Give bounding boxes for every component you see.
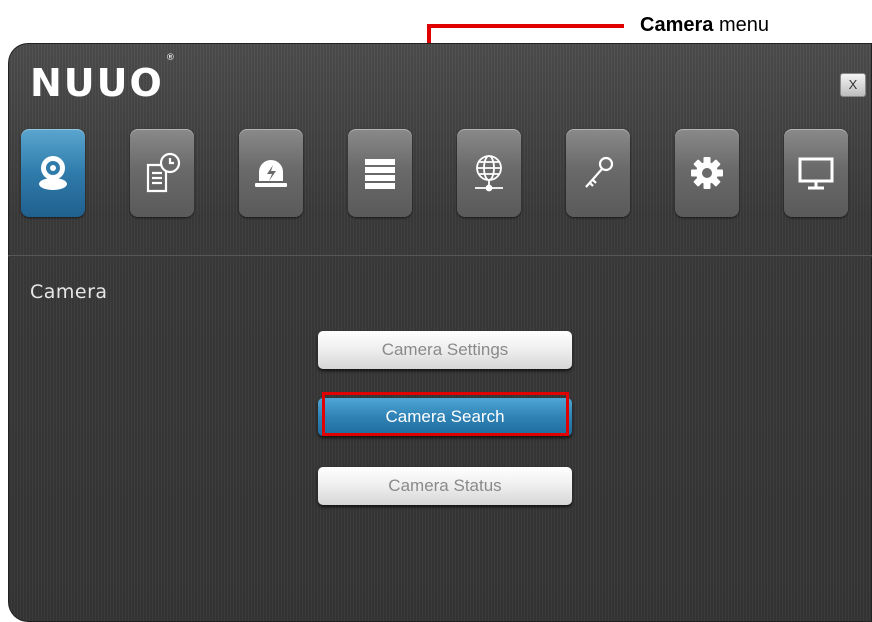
toolbar-network-button[interactable] xyxy=(457,129,521,217)
toolbar-event-button[interactable] xyxy=(239,129,303,217)
toolbar-storage-button[interactable] xyxy=(348,129,412,217)
toolbar-camera-button[interactable] xyxy=(21,129,85,217)
storage-icon xyxy=(365,159,395,189)
close-button[interactable]: X xyxy=(840,73,866,97)
globe-network-icon xyxy=(475,155,503,192)
schedule-icon xyxy=(146,152,181,193)
nuuo-logo: NUUO® xyxy=(30,53,177,105)
toolbar-schedule-button[interactable] xyxy=(130,129,194,217)
camera-status-button[interactable]: Camera Status xyxy=(318,467,572,505)
section-title: Camera xyxy=(30,281,108,303)
section-divider xyxy=(8,255,872,257)
selection-highlight xyxy=(322,392,569,436)
key-icon xyxy=(585,156,614,188)
toolbar-system-button[interactable] xyxy=(675,129,739,217)
callout-line-horizontal xyxy=(430,24,624,28)
camera-settings-button[interactable]: Camera Settings xyxy=(318,331,572,369)
gear-icon xyxy=(691,157,723,189)
toolbar-display-button[interactable] xyxy=(784,129,848,217)
toolbar-user-button[interactable] xyxy=(566,129,630,217)
webcam-icon xyxy=(39,156,67,190)
app-window: NUUO® X Camera Camera Settings Camera Se… xyxy=(8,43,872,622)
alarm-icon xyxy=(255,160,287,187)
callout-label: Camera menu xyxy=(640,14,769,36)
monitor-icon xyxy=(798,157,834,190)
